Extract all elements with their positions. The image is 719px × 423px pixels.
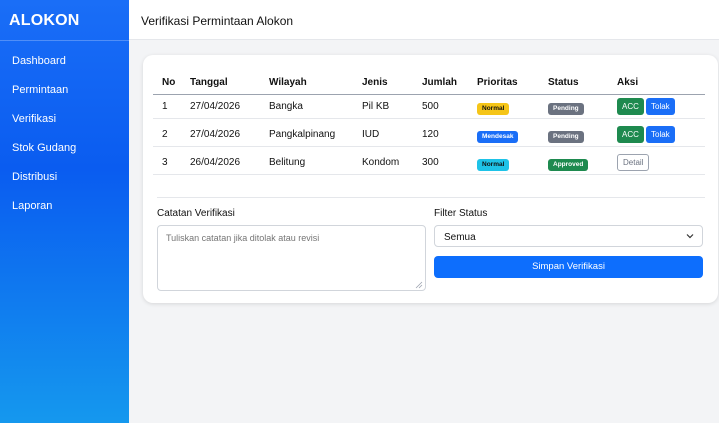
column-header-tanggal: Tanggal — [190, 77, 228, 88]
filter-status-label: Filter Status — [434, 208, 488, 219]
column-header-status: Status — [548, 77, 579, 88]
brand-logo: ALOKON — [9, 12, 80, 29]
cell-wilayah: Bangka — [269, 101, 303, 112]
acc-button[interactable]: ACC — [617, 126, 644, 143]
sidebar-item-stok-gudang[interactable]: Stok Gudang — [12, 141, 76, 170]
sidebar-item-laporan[interactable]: Laporan — [12, 199, 76, 228]
brand-divider — [0, 40, 129, 41]
sidebar-item-distribusi[interactable]: Distribusi — [12, 170, 76, 199]
cell-jumlah: 120 — [422, 129, 439, 140]
cell-tanggal: 27/04/2026 — [190, 101, 241, 112]
cell-no: 1 — [162, 101, 168, 112]
status-badge: Pending — [548, 131, 584, 143]
table-row: 2 27/04/2026 Pangkalpinang IUD 120 Mende… — [153, 121, 705, 147]
column-header-jumlah: Jumlah — [422, 77, 458, 88]
save-verification-button[interactable]: Simpan Verifikasi — [434, 256, 703, 278]
priority-badge: Normal — [477, 159, 510, 171]
cell-tanggal: 26/04/2026 — [190, 157, 241, 168]
cell-no: 3 — [162, 157, 168, 168]
priority-badge: Normal — [477, 103, 510, 115]
cell-wilayah: Pangkalpinang — [269, 129, 336, 140]
cell-wilayah: Belitung — [269, 157, 306, 168]
filter-status-select[interactable]: Semua — [434, 225, 703, 247]
table-row: 1 27/04/2026 Bangka Pil KB 500 Normal Pe… — [153, 93, 705, 119]
cell-tanggal: 27/04/2026 — [190, 129, 241, 140]
tolak-button[interactable]: Tolak — [646, 126, 675, 143]
tolak-button[interactable]: Tolak — [646, 98, 675, 115]
resize-grip-icon[interactable] — [415, 281, 423, 289]
sidebar-nav: Dashboard Permintaan Verifikasi Stok Gud… — [12, 54, 76, 228]
sidebar: ALOKON Dashboard Permintaan Verifikasi S… — [0, 0, 129, 423]
cell-jenis: Kondom — [362, 157, 400, 168]
table-row: 3 26/04/2026 Belitung Kondom 300 Normal … — [153, 149, 705, 175]
detail-button[interactable]: Detail — [617, 154, 650, 171]
verification-card: No Tanggal Wilayah Jenis Jumlah Priorita… — [143, 55, 718, 303]
sidebar-item-verifikasi[interactable]: Verifikasi — [12, 112, 76, 141]
status-badge: Pending — [548, 103, 584, 115]
priority-badge: Mendesak — [477, 131, 519, 143]
table-header-row: No Tanggal Wilayah Jenis Jumlah Priorita… — [153, 69, 705, 95]
sidebar-item-permintaan[interactable]: Permintaan — [12, 83, 76, 112]
cell-jenis: Pil KB — [362, 101, 390, 112]
sidebar-item-dashboard[interactable]: Dashboard — [12, 54, 76, 83]
filter-status-value: Semua — [444, 232, 476, 243]
cell-jumlah: 500 — [422, 101, 439, 112]
column-header-jenis: Jenis — [362, 77, 388, 88]
chevron-down-icon — [686, 234, 694, 239]
cell-jenis: IUD — [362, 129, 380, 140]
cell-no: 2 — [162, 129, 168, 140]
column-header-prioritas: Prioritas — [477, 77, 518, 88]
acc-button[interactable]: ACC — [617, 98, 644, 115]
page-title: Verifikasi Permintaan Alokon — [141, 14, 294, 28]
column-header-wilayah: Wilayah — [269, 77, 307, 88]
top-bar: Verifikasi Permintaan Alokon — [129, 0, 719, 40]
column-header-aksi: Aksi — [617, 77, 639, 88]
column-header-no: No — [162, 77, 176, 88]
cell-jumlah: 300 — [422, 157, 439, 168]
section-divider — [157, 197, 705, 198]
status-badge: Approved — [548, 159, 589, 171]
notes-textarea[interactable] — [157, 225, 426, 291]
notes-label: Catatan Verifikasi — [157, 208, 235, 219]
